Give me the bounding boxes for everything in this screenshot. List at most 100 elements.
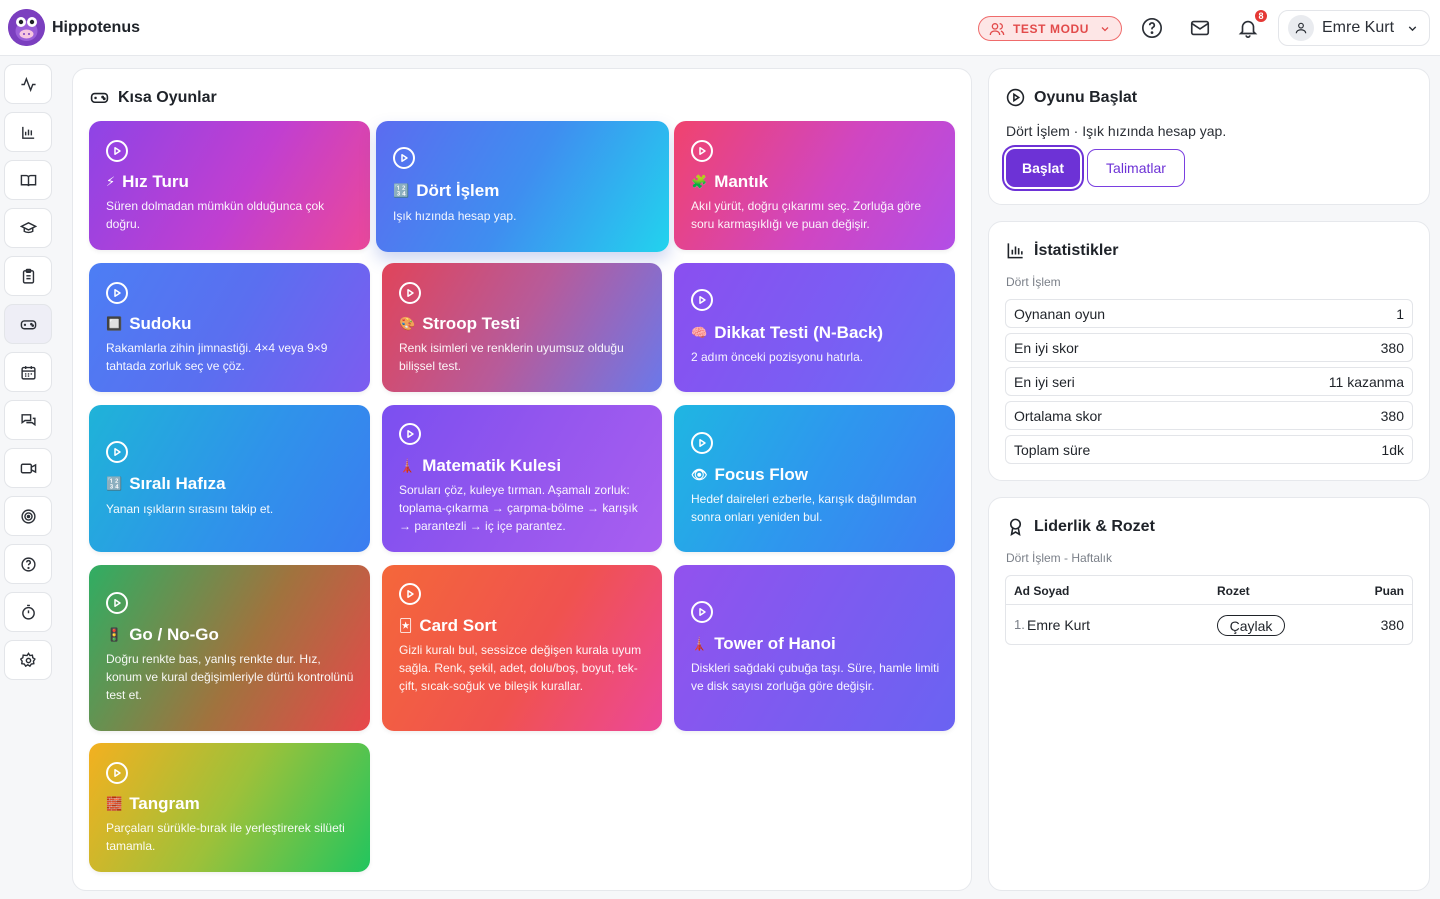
game-card[interactable]: 🗼 Tower of Hanoi Diskleri sağdaki çubuğa… (674, 565, 955, 731)
game-emoji-icon: 🎨 (399, 316, 416, 332)
stat-label: En iyi seri (1014, 373, 1075, 390)
game-card[interactable]: 🔲 Sudoku Rakamlarla zihin jimnastiği. 4×… (89, 263, 370, 392)
sidebar-item-activity[interactable] (4, 64, 52, 104)
timer-icon (21, 604, 35, 620)
game-card[interactable]: 🚦 Go / No-Go Doğru renkte bas, yanlış re… (89, 565, 370, 731)
game-card-title-label: Dört İşlem (416, 181, 500, 200)
game-card-desc: Diskleri sağdaki çubuğa taşı. Süre, haml… (691, 661, 940, 693)
game-card-desc: Soruları çöz, kuleye tırman. Aşamalı zor… (399, 483, 638, 533)
game-card-desc: Renk isimleri ve renklerin uyumsuz olduğ… (399, 341, 624, 373)
selected-game-info: Dört İşlem · Işık hızında hesap yap. (1006, 123, 1226, 139)
games-panel-title-label: Kısa Oyunlar (118, 88, 217, 106)
sidebar-item-video[interactable] (4, 448, 52, 488)
play-icon (106, 282, 128, 304)
test-mode-button[interactable]: TEST MODU (978, 16, 1122, 41)
game-card[interactable]: 🧠 Dikkat Testi (N-Back) 2 adım önceki po… (674, 263, 955, 392)
gear-icon (19, 651, 36, 667)
start-panel-title: Oyunu Başlat (1006, 88, 1137, 107)
game-card[interactable]: 🗼 Matematik Kulesi Soruları çöz, kuleye … (382, 405, 662, 552)
game-card-title-label: Go / No-Go (129, 625, 219, 644)
stat-value: 380 (1380, 407, 1404, 424)
game-emoji-icon: 🚦 (106, 627, 123, 643)
header-badge: Rozet (1217, 584, 1250, 598)
help-icon[interactable] (1140, 16, 1164, 40)
game-card[interactable]: ⚡ Hız Turu Süren dolmadan mümkün olduğun… (89, 121, 370, 250)
game-card-desc: Hedef daireleri ezberle, karışık dağılım… (691, 492, 917, 524)
sidebar-item-timer[interactable] (4, 592, 52, 632)
users-icon (989, 22, 1005, 35)
game-card-title: 🎨 Stroop Testi (399, 314, 650, 334)
game-card-title-label: Focus Flow (714, 465, 809, 484)
clipboard-icon (22, 268, 34, 284)
game-card-desc: Akıl yürüt, doğru çıkarımı seç. Zorluğa … (691, 199, 922, 231)
stat-row: En iyi seri 11 kazanma (1005, 367, 1413, 396)
mail-icon[interactable] (1188, 16, 1212, 40)
games-panel-title: Kısa Oyunlar (90, 88, 217, 107)
game-card-title: 🔢 Dört İşlem (393, 181, 657, 201)
play-icon (399, 282, 421, 304)
stat-row: Toplam süre 1dk (1005, 435, 1413, 464)
play-icon (691, 601, 713, 623)
play-icon (393, 147, 415, 169)
start-panel-title-label: Oyunu Başlat (1034, 88, 1138, 106)
user-name: Emre Kurt (1322, 19, 1395, 36)
play-icon (106, 441, 128, 463)
game-card[interactable]: 👁 Focus Flow Hedef daireleri ezberle, ka… (674, 405, 955, 552)
leaderboard-panel: Liderlik & Rozet Dört İşlem - Haftalık A… (988, 497, 1430, 891)
sidebar-item-targets[interactable] (4, 496, 52, 536)
sidebar-item-education[interactable] (4, 208, 52, 248)
play-icon (691, 289, 713, 311)
stat-row: Ortalama skor 380 (1005, 401, 1413, 430)
leaderboard-subtitle: Dört İşlem - Haftalık (1006, 551, 1113, 565)
game-card-title-label: Tower of Hanoi (714, 634, 836, 653)
game-emoji-icon: 🃏 (399, 618, 413, 634)
game-card[interactable]: 🔢 Sıralı Hafıza Yanan ışıkların sırasını… (89, 405, 370, 552)
game-card[interactable]: 🧱 Tangram Parçaları sürükle-bırak ile ye… (89, 743, 370, 872)
game-card-title-label: Tangram (129, 794, 200, 813)
game-card-title: 🔲 Sudoku (106, 314, 358, 334)
test-mode-label: TEST MODU (1013, 21, 1090, 36)
game-card-title-label: Matematik Kulesi (422, 456, 562, 475)
stat-row: En iyi skor 380 (1005, 333, 1413, 362)
game-card-desc: Gizli kuralı bul, sessizce değişen kural… (399, 643, 642, 693)
stat-value: 380 (1380, 339, 1404, 356)
game-card-title-label: Card Sort (419, 616, 497, 635)
header-name: Ad Soyad (1014, 584, 1070, 598)
game-card[interactable]: 🃏 Card Sort Gizli kuralı bul, sessizce d… (382, 565, 662, 731)
play-icon (399, 583, 421, 605)
start-button[interactable]: Başlat (1006, 149, 1080, 187)
play-icon (106, 762, 128, 784)
user-menu[interactable]: Emre Kurt (1278, 10, 1430, 46)
chat-icon (20, 413, 36, 426)
chevron-down-icon (1101, 26, 1109, 31)
game-emoji-icon: 🔢 (393, 183, 410, 199)
game-card-title: 🚦 Go / No-Go (106, 625, 358, 645)
game-card[interactable]: 🧩 Mantık Akıl yürüt, doğru çıkarımı seç.… (674, 121, 955, 250)
game-card-title-label: Hız Turu (122, 172, 189, 191)
sidebar-item-reports[interactable] (4, 112, 52, 152)
sidebar-item-library[interactable] (4, 160, 52, 200)
game-card-desc: Doğru renkte bas, yanlış renkte dur. Hız… (106, 652, 354, 702)
user-icon (1295, 22, 1307, 34)
sidebar-item-settings[interactable] (4, 640, 52, 680)
game-card[interactable]: 🔢 Dört İşlem Işık hızında hesap yap. (376, 121, 669, 252)
avatar (1288, 15, 1314, 41)
sidebar-item-help[interactable] (4, 544, 52, 584)
bar-chart-icon (1007, 243, 1023, 259)
hippo-logo-icon[interactable] (8, 9, 45, 46)
stat-label: Ortalama skor (1014, 407, 1102, 424)
instructions-button[interactable]: Talimatlar (1087, 149, 1185, 187)
game-card-title: 🗼 Matematik Kulesi (399, 456, 650, 476)
game-card-title-label: Sıralı Hafıza (129, 474, 226, 493)
stat-label: En iyi skor (1014, 339, 1079, 356)
start-game-panel: Oyunu Başlat Dört İşlem · Işık hızında h… (988, 68, 1430, 205)
game-card-title: 🃏 Card Sort (399, 616, 650, 636)
sidebar-item-messages[interactable] (4, 400, 52, 440)
game-card[interactable]: 🎨 Stroop Testi Renk isimleri ve renkleri… (382, 263, 662, 392)
sidebar-item-games[interactable] (4, 304, 52, 344)
stats-panel-title-label: İstatistikler (1034, 241, 1119, 259)
book-icon (20, 174, 36, 186)
sidebar-item-calendar[interactable] (4, 352, 52, 392)
chevron-down-icon (1408, 25, 1417, 31)
sidebar-item-tasks[interactable] (4, 256, 52, 296)
